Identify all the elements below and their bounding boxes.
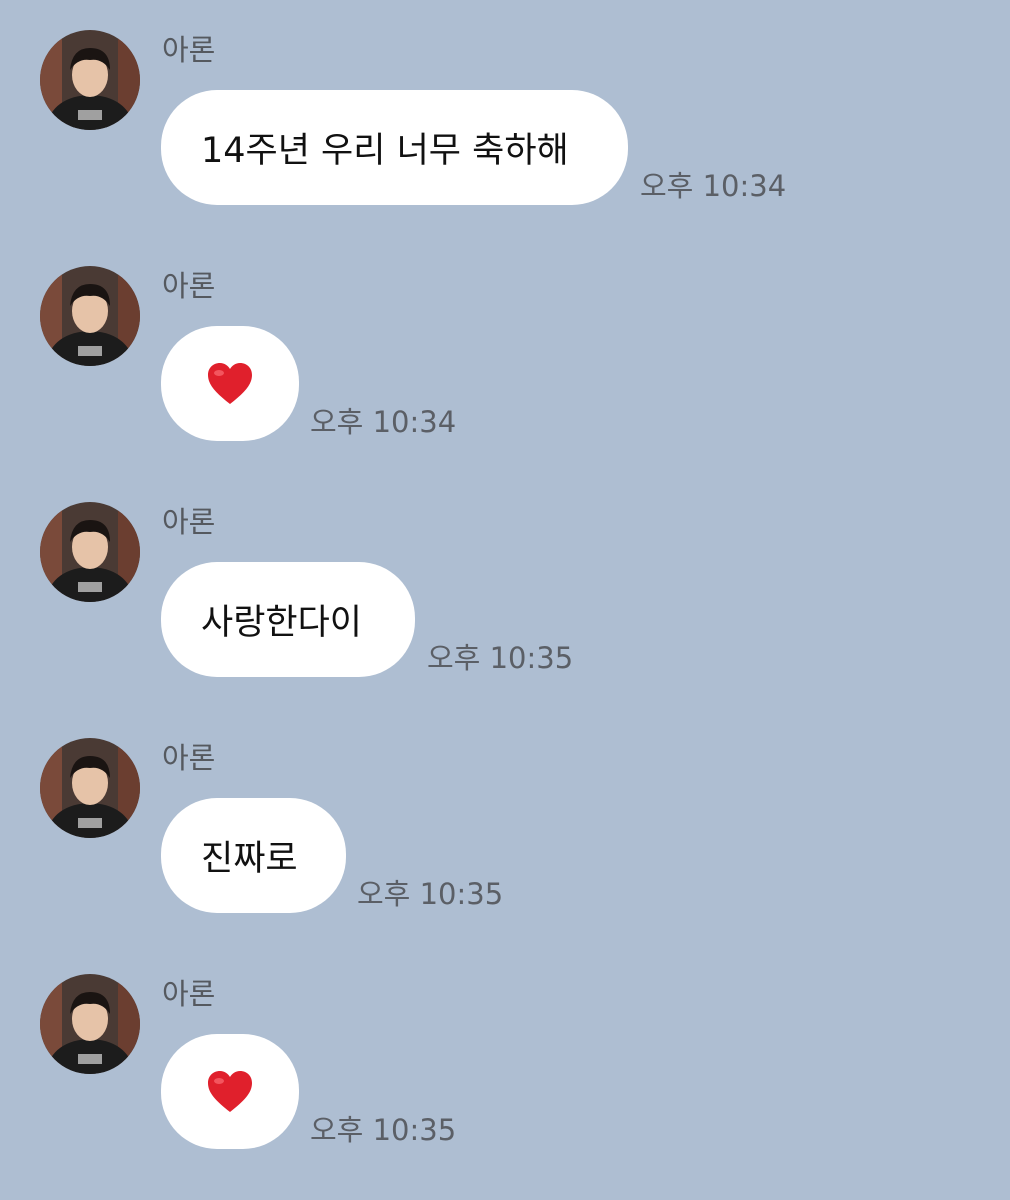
avatar-photo bbox=[40, 738, 140, 838]
heart-icon bbox=[208, 1070, 252, 1112]
message-row: 아론 오후 10:34 bbox=[0, 236, 1010, 472]
avatar-photo bbox=[40, 266, 140, 366]
avatar-photo bbox=[40, 30, 140, 130]
sender-name: 아론 bbox=[162, 741, 216, 775]
message-text: 사랑한다이 bbox=[201, 603, 363, 643]
avatar[interactable] bbox=[40, 30, 140, 130]
sender-name: 아론 bbox=[162, 269, 216, 303]
message-time: 오후 10:35 bbox=[357, 877, 504, 911]
heart-icon bbox=[208, 362, 252, 404]
sender-name: 아론 bbox=[162, 977, 216, 1011]
message-bubble[interactable]: 14주년 우리 너무 축하해 bbox=[161, 90, 628, 205]
message-bubble[interactable]: 진짜로 bbox=[161, 798, 346, 913]
avatar[interactable] bbox=[40, 502, 140, 602]
message-text: 진짜로 bbox=[201, 839, 298, 879]
message-bubble[interactable] bbox=[161, 1034, 299, 1149]
message-bubble[interactable]: 사랑한다이 bbox=[161, 562, 415, 677]
sender-name: 아론 bbox=[162, 33, 216, 67]
message-time: 오후 10:34 bbox=[640, 169, 787, 203]
message-row: 아론 사랑한다이 오후 10:35 bbox=[0, 472, 1010, 708]
message-time: 오후 10:35 bbox=[427, 641, 574, 675]
avatar-photo bbox=[40, 974, 140, 1074]
avatar[interactable] bbox=[40, 266, 140, 366]
message-text: 14주년 우리 너무 축하해 bbox=[201, 131, 569, 171]
message-row: 아론 14주년 우리 너무 축하해 오후 10:34 bbox=[0, 0, 1010, 236]
message-time: 오후 10:34 bbox=[310, 405, 457, 439]
message-row: 아론 오후 10:35 bbox=[0, 944, 1010, 1180]
message-time: 오후 10:35 bbox=[310, 1113, 457, 1147]
avatar[interactable] bbox=[40, 974, 140, 1074]
chat-room[interactable]: 아론 14주년 우리 너무 축하해 오후 10:34 아론 오후 10:34 아… bbox=[0, 0, 1010, 1200]
sender-name: 아론 bbox=[162, 505, 216, 539]
message-bubble[interactable] bbox=[161, 326, 299, 441]
message-row: 아론 진짜로 오후 10:35 bbox=[0, 708, 1010, 944]
avatar-photo bbox=[40, 502, 140, 602]
avatar[interactable] bbox=[40, 738, 140, 838]
